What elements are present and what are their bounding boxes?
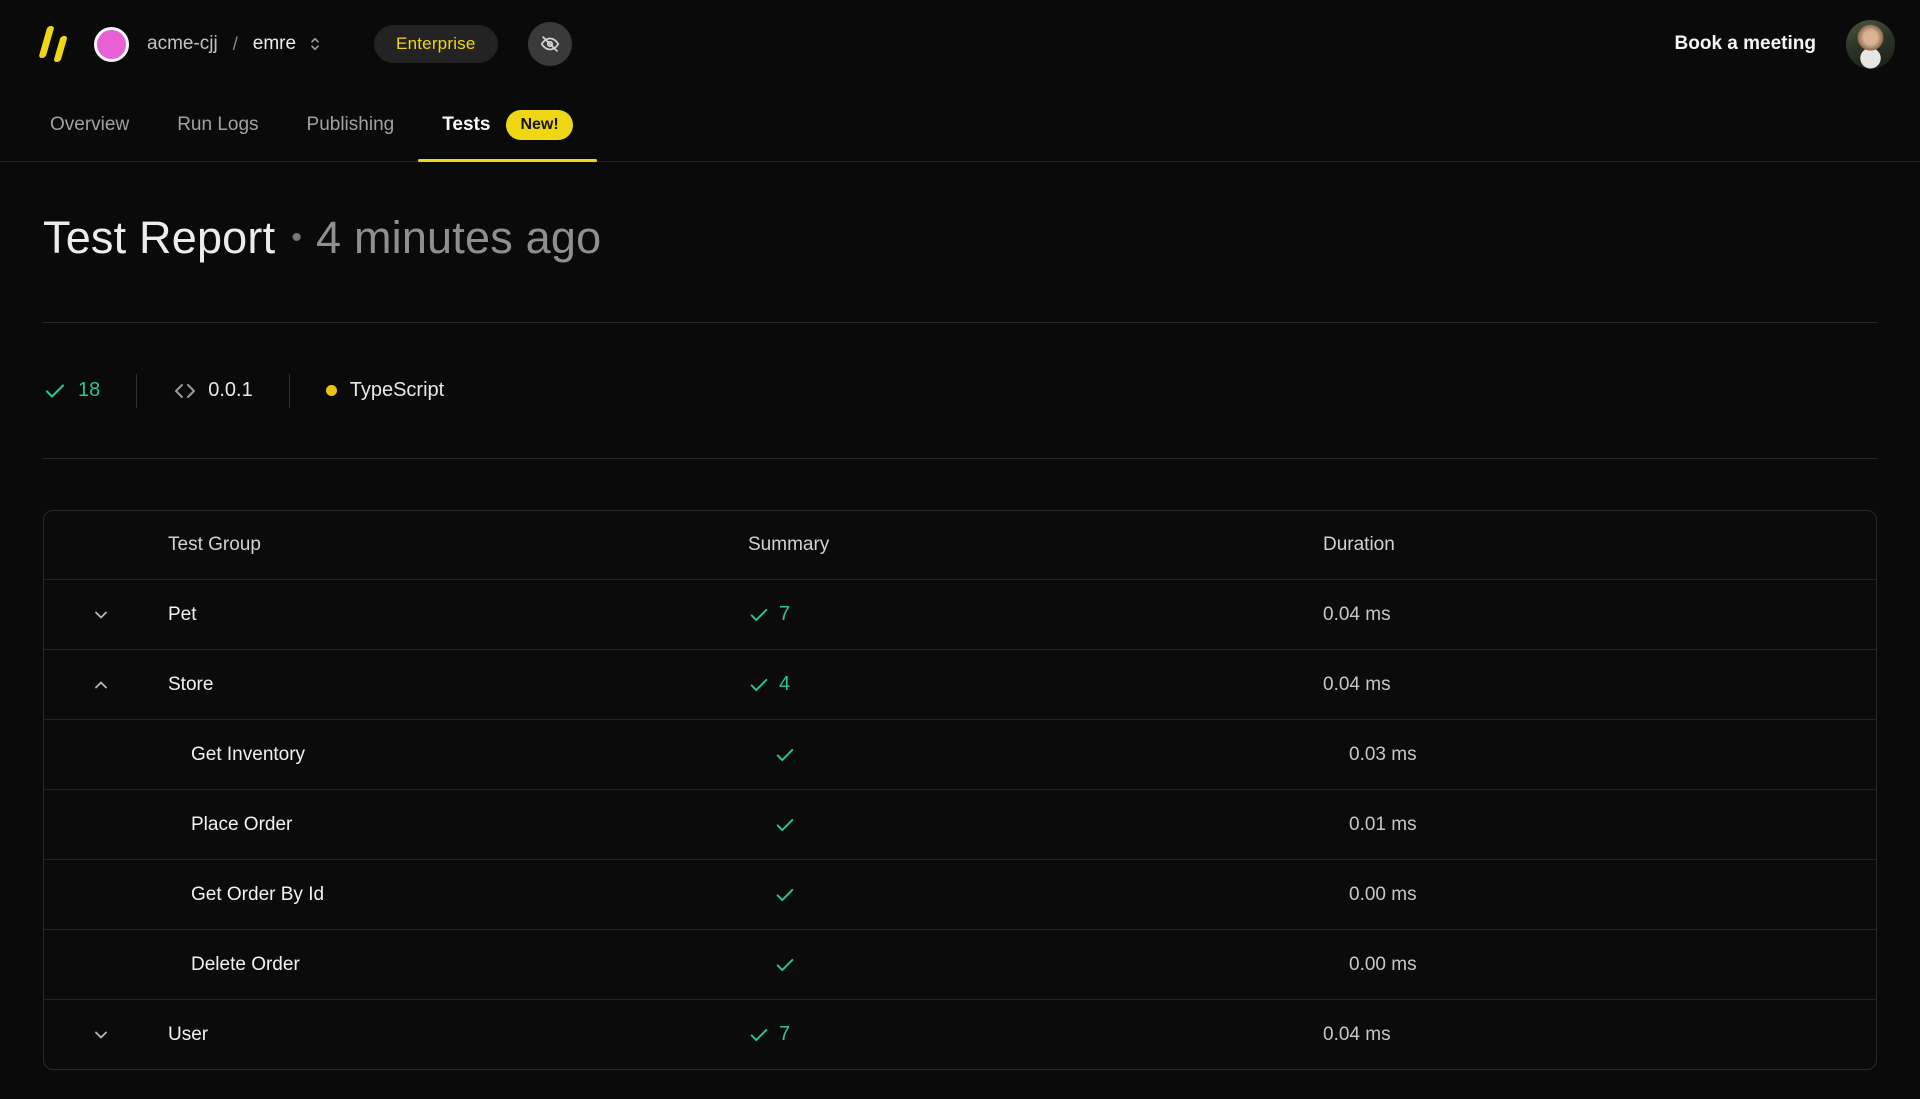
divider <box>43 458 1877 459</box>
test-name-cell: Store <box>44 674 748 696</box>
check-icon <box>748 604 770 626</box>
passed-count: 18 <box>78 379 100 402</box>
test-name: Pet <box>168 604 197 626</box>
tab-label: Overview <box>50 114 129 136</box>
page-title: Test Report • 4 minutes ago <box>43 212 1877 264</box>
version-stat: 0.0.1 <box>173 379 252 403</box>
check-icon <box>43 379 67 403</box>
report-stats: 18 0.0.1 TypeScript <box>43 323 1877 458</box>
tab-overview[interactable]: Overview <box>26 88 153 161</box>
test-group-row[interactable]: User 7 0.04 ms <box>44 999 1876 1069</box>
column-header-test-group: Test Group <box>44 534 748 556</box>
language-dot-icon <box>326 385 337 396</box>
test-case-row: Place Order 0.01 ms <box>44 789 1876 859</box>
check-icon <box>748 1024 770 1046</box>
version-number: 0.0.1 <box>208 379 252 402</box>
up-down-chevron-icon <box>306 35 324 53</box>
chevron-up-icon[interactable] <box>91 675 113 695</box>
summary-cell <box>748 814 1323 836</box>
test-group-row[interactable]: Store 4 0.04 ms <box>44 649 1876 719</box>
column-header-duration: Duration <box>1323 534 1876 556</box>
main-content: Test Report • 4 minutes ago 18 0.0.1 TypeS… <box>0 212 1920 1070</box>
test-name: Delete Order <box>191 954 300 976</box>
project-name: emre <box>253 33 296 55</box>
vertical-divider <box>289 374 290 408</box>
summary-cell: 4 <box>748 673 1323 696</box>
column-header-summary: Summary <box>748 534 1323 556</box>
chevron-down-icon[interactable] <box>91 605 113 625</box>
passed-count: 4 <box>779 673 790 696</box>
org-avatar <box>94 27 129 62</box>
check-icon <box>748 674 770 696</box>
duration-cell: 0.00 ms <box>1323 954 1876 976</box>
test-name-cell: Delete Order <box>44 954 748 976</box>
report-timestamp: 4 minutes ago <box>316 212 601 263</box>
tab-run-logs[interactable]: Run Logs <box>153 88 282 161</box>
test-name: User <box>168 1024 208 1046</box>
test-case-row: Get Inventory 0.03 ms <box>44 719 1876 789</box>
tab-publishing[interactable]: Publishing <box>283 88 419 161</box>
user-avatar[interactable] <box>1846 20 1895 69</box>
table-body: Pet 7 0.04 ms Store 4 0.04 ms Get Inventory 0.0… <box>44 579 1876 1069</box>
test-name-cell: Get Inventory <box>44 744 748 766</box>
summary-cell: 7 <box>748 1023 1323 1046</box>
test-name: Get Order By Id <box>191 884 324 906</box>
breadcrumb-separator: / <box>233 34 238 55</box>
eye-off-button[interactable] <box>528 22 572 66</box>
summary-cell <box>748 884 1323 906</box>
test-group-row[interactable]: Pet 7 0.04 ms <box>44 579 1876 649</box>
app-logo-icon[interactable] <box>43 24 64 64</box>
check-icon <box>774 954 796 976</box>
duration-cell: 0.00 ms <box>1323 884 1876 906</box>
summary-cell <box>748 954 1323 976</box>
passed-count: 7 <box>779 1023 790 1046</box>
language-name: TypeScript <box>350 379 444 402</box>
test-name-cell: Get Order By Id <box>44 884 748 906</box>
test-case-row: Delete Order 0.00 ms <box>44 929 1876 999</box>
workspace-name: acme-cjj <box>147 33 218 55</box>
test-name: Store <box>168 674 213 696</box>
summary-cell: 7 <box>748 603 1323 626</box>
duration-cell: 0.03 ms <box>1323 744 1876 766</box>
duration-cell: 0.04 ms <box>1323 604 1876 626</box>
title-separator: • <box>291 221 302 254</box>
passed-count: 7 <box>779 603 790 626</box>
test-name-cell: Pet <box>44 604 748 626</box>
summary-cell <box>748 744 1323 766</box>
check-icon <box>774 814 796 836</box>
workspace-switcher[interactable]: acme-cjj / emre <box>94 27 324 62</box>
report-title: Test Report <box>43 212 275 263</box>
tab-label: Tests <box>442 114 490 136</box>
plan-badge: Enterprise <box>374 25 497 63</box>
chevron-down-icon[interactable] <box>91 1025 113 1045</box>
check-icon <box>774 744 796 766</box>
eye-off-icon <box>539 33 561 55</box>
test-name-cell: User <box>44 1024 748 1046</box>
test-report-table: Test Group Summary Duration Pet70.04 msS… <box>43 510 1877 1070</box>
tab-label: Publishing <box>307 114 395 136</box>
test-name: Get Inventory <box>191 744 305 766</box>
topbar: acme-cjj / emre Enterprise Book a meetin… <box>0 0 1920 88</box>
duration-cell: 0.04 ms <box>1323 1024 1876 1046</box>
test-case-row: Get Order By Id 0.00 ms <box>44 859 1876 929</box>
tab-bar: Overview Run Logs Publishing Tests New! <box>0 88 1920 162</box>
check-icon <box>774 884 796 906</box>
vertical-divider <box>136 374 137 408</box>
test-name-cell: Place Order <box>44 814 748 836</box>
duration-cell: 0.01 ms <box>1323 814 1876 836</box>
table-header-row: Test Group Summary Duration <box>44 511 1876 579</box>
passed-stat: 18 <box>43 379 100 403</box>
test-name: Place Order <box>191 814 292 836</box>
code-brackets-icon <box>173 379 197 403</box>
tab-label: Run Logs <box>177 114 258 136</box>
new-badge: New! <box>506 110 572 140</box>
book-a-meeting-link[interactable]: Book a meeting <box>1675 33 1816 55</box>
duration-cell: 0.04 ms <box>1323 674 1876 696</box>
language-stat: TypeScript <box>326 379 444 402</box>
tab-tests[interactable]: Tests New! <box>418 88 596 161</box>
